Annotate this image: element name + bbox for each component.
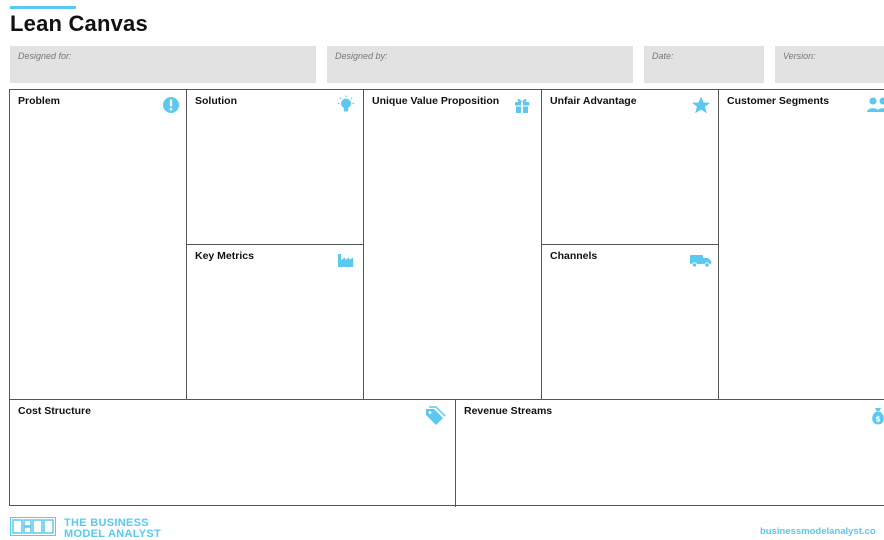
cost-structure-block[interactable]: Cost Structure (10, 399, 456, 507)
revenue-streams-title: Revenue Streams (464, 405, 552, 417)
unfair-advantage-block[interactable]: Unfair Advantage (542, 90, 719, 245)
designed-by-field[interactable]: Designed by: (327, 46, 633, 83)
designed-by-label: Designed by: (335, 51, 388, 61)
lean-canvas-grid: Problem Solution Key Metrics Unique Valu… (9, 89, 884, 506)
factory-icon (336, 250, 356, 270)
unique-value-proposition-block[interactable]: Unique Value Proposition (364, 90, 542, 399)
version-label: Version: (783, 51, 816, 61)
channels-title: Channels (550, 250, 597, 262)
unfair-advantage-title: Unfair Advantage (550, 95, 637, 107)
title-accent-bar (10, 6, 76, 9)
key-metrics-block[interactable]: Key Metrics (187, 245, 364, 399)
date-label: Date: (652, 51, 674, 61)
price-tag-icon (423, 406, 447, 426)
brand-logo (10, 517, 56, 536)
unique-value-proposition-title: Unique Value Proposition (372, 95, 499, 107)
cost-structure-title: Cost Structure (18, 405, 91, 417)
designed-for-label: Designed for: (18, 51, 72, 61)
lightbulb-icon (336, 95, 356, 115)
users-icon (866, 95, 884, 115)
revenue-streams-block[interactable]: Revenue Streams $ (456, 399, 884, 507)
channels-block[interactable]: Channels (542, 245, 719, 399)
money-bag-icon: $ (868, 406, 884, 426)
star-icon (691, 95, 711, 115)
solution-title: Solution (195, 95, 237, 107)
brand-name-line2: MODEL ANALYST (64, 529, 161, 540)
customer-segments-block[interactable]: Customer Segments (719, 90, 884, 399)
truck-icon (689, 250, 713, 270)
svg-text:$: $ (875, 415, 881, 424)
customer-segments-title: Customer Segments (727, 95, 829, 107)
page-title: Lean Canvas (10, 11, 148, 37)
version-field[interactable]: Version: (775, 46, 884, 83)
key-metrics-title: Key Metrics (195, 250, 254, 262)
brand-url[interactable]: businessmodelanalyst.co (760, 526, 876, 537)
date-field[interactable]: Date: (644, 46, 764, 83)
exclamation-icon (161, 95, 181, 115)
problem-block[interactable]: Problem (10, 90, 187, 399)
designed-for-field[interactable]: Designed for: (10, 46, 316, 83)
gift-icon (512, 95, 532, 115)
problem-title: Problem (18, 95, 60, 107)
brand-name: THE BUSINESS MODEL ANALYST (64, 518, 161, 540)
solution-block[interactable]: Solution (187, 90, 364, 245)
